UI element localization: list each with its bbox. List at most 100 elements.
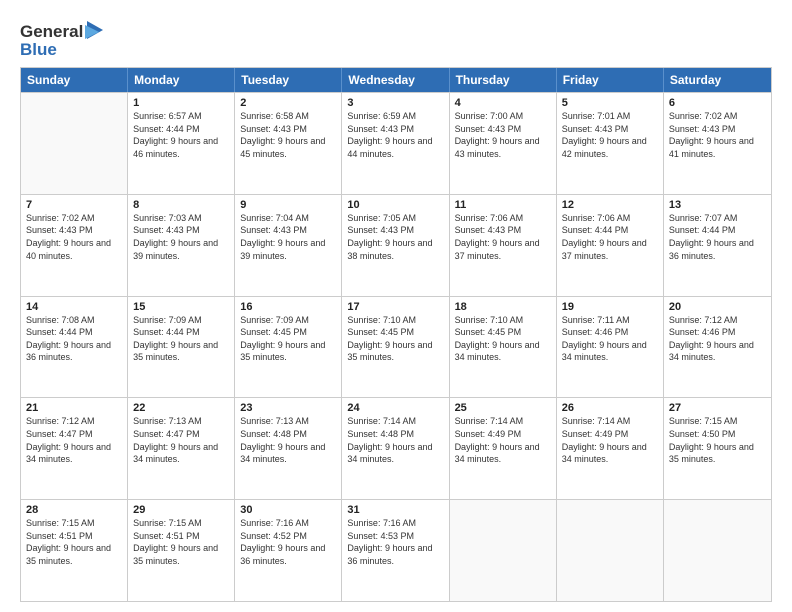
calendar-cell: 23Sunrise: 7:13 AMSunset: 4:48 PMDayligh… [235,398,342,499]
cell-sun-info: Sunrise: 7:13 AMSunset: 4:47 PMDaylight:… [133,415,229,465]
cell-sun-info: Sunrise: 7:14 AMSunset: 4:48 PMDaylight:… [347,415,443,465]
cell-day-number: 3 [347,97,443,109]
cell-sun-info: Sunrise: 7:15 AMSunset: 4:51 PMDaylight:… [26,517,122,567]
calendar-cell: 24Sunrise: 7:14 AMSunset: 4:48 PMDayligh… [342,398,449,499]
cell-sun-info: Sunrise: 7:14 AMSunset: 4:49 PMDaylight:… [455,415,551,465]
cell-day-number: 14 [26,301,122,313]
cell-sun-info: Sunrise: 7:03 AMSunset: 4:43 PMDaylight:… [133,212,229,262]
cell-day-number: 9 [240,199,336,211]
cell-sun-info: Sunrise: 7:06 AMSunset: 4:44 PMDaylight:… [562,212,658,262]
cell-day-number: 20 [669,301,766,313]
cell-day-number: 27 [669,402,766,414]
cell-sun-info: Sunrise: 7:02 AMSunset: 4:43 PMDaylight:… [669,110,766,160]
week-row-3: 14Sunrise: 7:08 AMSunset: 4:44 PMDayligh… [21,296,771,398]
calendar-cell: 8Sunrise: 7:03 AMSunset: 4:43 PMDaylight… [128,195,235,296]
cell-day-number: 11 [455,199,551,211]
calendar-cell: 15Sunrise: 7:09 AMSunset: 4:44 PMDayligh… [128,297,235,398]
header-day-monday: Monday [128,68,235,92]
header-day-friday: Friday [557,68,664,92]
calendar-cell: 16Sunrise: 7:09 AMSunset: 4:45 PMDayligh… [235,297,342,398]
header-day-thursday: Thursday [450,68,557,92]
cell-day-number: 17 [347,301,443,313]
cell-day-number: 10 [347,199,443,211]
calendar-cell: 20Sunrise: 7:12 AMSunset: 4:46 PMDayligh… [664,297,771,398]
cell-day-number: 25 [455,402,551,414]
cell-day-number: 19 [562,301,658,313]
calendar-cell [557,500,664,601]
calendar: SundayMondayTuesdayWednesdayThursdayFrid… [20,67,772,602]
week-row-5: 28Sunrise: 7:15 AMSunset: 4:51 PMDayligh… [21,499,771,601]
calendar-cell: 11Sunrise: 7:06 AMSunset: 4:43 PMDayligh… [450,195,557,296]
cell-day-number: 30 [240,504,336,516]
cell-day-number: 31 [347,504,443,516]
cell-day-number: 21 [26,402,122,414]
cell-day-number: 24 [347,402,443,414]
cell-sun-info: Sunrise: 7:12 AMSunset: 4:46 PMDaylight:… [669,314,766,364]
cell-day-number: 16 [240,301,336,313]
cell-sun-info: Sunrise: 7:00 AMSunset: 4:43 PMDaylight:… [455,110,551,160]
cell-sun-info: Sunrise: 7:15 AMSunset: 4:50 PMDaylight:… [669,415,766,465]
week-row-2: 7Sunrise: 7:02 AMSunset: 4:43 PMDaylight… [21,194,771,296]
calendar-cell: 6Sunrise: 7:02 AMSunset: 4:43 PMDaylight… [664,93,771,194]
calendar-cell: 5Sunrise: 7:01 AMSunset: 4:43 PMDaylight… [557,93,664,194]
calendar-cell: 10Sunrise: 7:05 AMSunset: 4:43 PMDayligh… [342,195,449,296]
calendar-cell: 27Sunrise: 7:15 AMSunset: 4:50 PMDayligh… [664,398,771,499]
header-day-saturday: Saturday [664,68,771,92]
calendar-cell: 31Sunrise: 7:16 AMSunset: 4:53 PMDayligh… [342,500,449,601]
calendar-cell: 18Sunrise: 7:10 AMSunset: 4:45 PMDayligh… [450,297,557,398]
cell-sun-info: Sunrise: 7:09 AMSunset: 4:45 PMDaylight:… [240,314,336,364]
cell-day-number: 4 [455,97,551,109]
calendar-cell: 25Sunrise: 7:14 AMSunset: 4:49 PMDayligh… [450,398,557,499]
logo-blue: Blue [20,40,103,60]
calendar-cell: 26Sunrise: 7:14 AMSunset: 4:49 PMDayligh… [557,398,664,499]
cell-day-number: 23 [240,402,336,414]
logo-text: General [20,22,83,42]
calendar-cell: 29Sunrise: 7:15 AMSunset: 4:51 PMDayligh… [128,500,235,601]
cell-sun-info: Sunrise: 7:09 AMSunset: 4:44 PMDaylight:… [133,314,229,364]
cell-day-number: 6 [669,97,766,109]
week-row-1: 1Sunrise: 6:57 AMSunset: 4:44 PMDaylight… [21,92,771,194]
cell-sun-info: Sunrise: 7:01 AMSunset: 4:43 PMDaylight:… [562,110,658,160]
cell-sun-info: Sunrise: 7:15 AMSunset: 4:51 PMDaylight:… [133,517,229,567]
calendar-cell: 2Sunrise: 6:58 AMSunset: 4:43 PMDaylight… [235,93,342,194]
cell-day-number: 12 [562,199,658,211]
cell-sun-info: Sunrise: 7:14 AMSunset: 4:49 PMDaylight:… [562,415,658,465]
cell-sun-info: Sunrise: 6:57 AMSunset: 4:44 PMDaylight:… [133,110,229,160]
calendar-cell: 7Sunrise: 7:02 AMSunset: 4:43 PMDaylight… [21,195,128,296]
calendar-cell: 13Sunrise: 7:07 AMSunset: 4:44 PMDayligh… [664,195,771,296]
header-day-sunday: Sunday [21,68,128,92]
cell-sun-info: Sunrise: 7:02 AMSunset: 4:43 PMDaylight:… [26,212,122,262]
calendar-cell: 21Sunrise: 7:12 AMSunset: 4:47 PMDayligh… [21,398,128,499]
calendar-header: SundayMondayTuesdayWednesdayThursdayFrid… [21,68,771,92]
calendar-cell: 14Sunrise: 7:08 AMSunset: 4:44 PMDayligh… [21,297,128,398]
calendar-cell: 22Sunrise: 7:13 AMSunset: 4:47 PMDayligh… [128,398,235,499]
cell-day-number: 18 [455,301,551,313]
cell-sun-info: Sunrise: 7:08 AMSunset: 4:44 PMDaylight:… [26,314,122,364]
cell-day-number: 8 [133,199,229,211]
calendar-cell: 19Sunrise: 7:11 AMSunset: 4:46 PMDayligh… [557,297,664,398]
cell-sun-info: Sunrise: 7:10 AMSunset: 4:45 PMDaylight:… [347,314,443,364]
cell-day-number: 29 [133,504,229,516]
calendar-cell [664,500,771,601]
calendar-body: 1Sunrise: 6:57 AMSunset: 4:44 PMDaylight… [21,92,771,601]
calendar-cell: 9Sunrise: 7:04 AMSunset: 4:43 PMDaylight… [235,195,342,296]
calendar-cell: 28Sunrise: 7:15 AMSunset: 4:51 PMDayligh… [21,500,128,601]
cell-day-number: 13 [669,199,766,211]
cell-sun-info: Sunrise: 7:04 AMSunset: 4:43 PMDaylight:… [240,212,336,262]
header-day-tuesday: Tuesday [235,68,342,92]
calendar-cell: 12Sunrise: 7:06 AMSunset: 4:44 PMDayligh… [557,195,664,296]
week-row-4: 21Sunrise: 7:12 AMSunset: 4:47 PMDayligh… [21,397,771,499]
cell-day-number: 2 [240,97,336,109]
calendar-cell: 17Sunrise: 7:10 AMSunset: 4:45 PMDayligh… [342,297,449,398]
calendar-cell [21,93,128,194]
cell-sun-info: Sunrise: 7:16 AMSunset: 4:52 PMDaylight:… [240,517,336,567]
cell-sun-info: Sunrise: 7:05 AMSunset: 4:43 PMDaylight:… [347,212,443,262]
cell-day-number: 5 [562,97,658,109]
header-day-wednesday: Wednesday [342,68,449,92]
cell-day-number: 15 [133,301,229,313]
calendar-cell: 30Sunrise: 7:16 AMSunset: 4:52 PMDayligh… [235,500,342,601]
calendar-cell: 1Sunrise: 6:57 AMSunset: 4:44 PMDaylight… [128,93,235,194]
cell-day-number: 7 [26,199,122,211]
calendar-cell: 4Sunrise: 7:00 AMSunset: 4:43 PMDaylight… [450,93,557,194]
cell-day-number: 22 [133,402,229,414]
